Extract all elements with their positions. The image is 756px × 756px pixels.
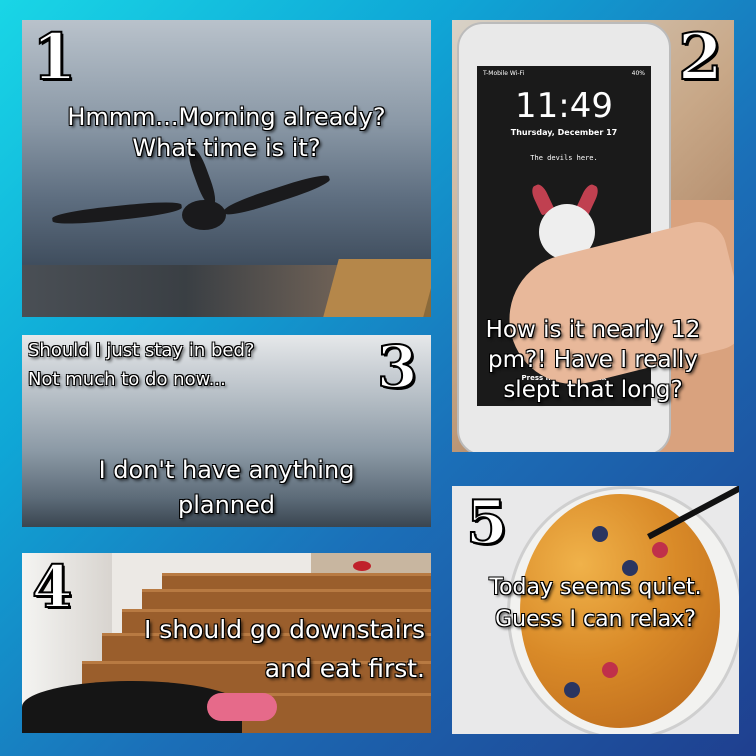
ceiling-fan-hub <box>182 200 226 230</box>
caption-line: and eat first. <box>264 653 425 683</box>
ceiling-fan-blade-right <box>222 171 332 219</box>
raspberry <box>602 662 618 678</box>
panel-1: 1 Hmmm...Morning already? What time is i… <box>22 20 431 317</box>
panel-2: T-Mobile Wi-Fi 40% 11:49 Thursday, Decem… <box>452 20 734 452</box>
panel-number: 1 <box>31 20 78 96</box>
lock-screen-time: 11:49 <box>515 86 613 126</box>
caption-line: Not much to do now... <box>28 368 226 390</box>
panel-number: 2 <box>677 20 724 96</box>
wooden-furniture <box>323 259 431 317</box>
caption-line: Should I just stay in bed? <box>28 340 255 361</box>
phone-status-bar: T-Mobile Wi-Fi 40% <box>483 70 645 77</box>
lock-screen-date: Thursday, December 17 <box>510 128 618 137</box>
panel-number: 3 <box>376 335 418 402</box>
caption-line: planned <box>177 490 276 519</box>
panel-caption: I should go downstairs and eat first. <box>144 611 425 689</box>
caption-line: Guess I can relax? <box>495 606 696 632</box>
caption-line: Hmmm...Morning already? <box>67 103 386 131</box>
carrier-label: T-Mobile Wi-Fi <box>483 70 525 77</box>
panel-number: 5 <box>465 487 509 559</box>
panel-caption: Today seems quiet. Guess I can relax? <box>452 572 739 636</box>
panel-4: 4 I should go downstairs and eat first. <box>22 553 431 733</box>
panel-caption: Hmmm...Morning already? What time is it? <box>22 102 431 164</box>
caption-line: I should go downstairs <box>143 615 425 644</box>
caption-line: pm?! Have I really <box>488 346 698 373</box>
blueberry <box>592 526 608 542</box>
pink-clog <box>207 693 277 721</box>
caption-line: How is it nearly 12 <box>485 317 701 343</box>
stair-step <box>142 589 431 610</box>
battery-label: 40% <box>631 70 645 77</box>
caption-line: I don't have anything <box>98 456 355 484</box>
blueberry <box>564 682 580 698</box>
lock-screen-note: The devils here. <box>530 154 598 162</box>
ceiling-fan-blade-left <box>51 199 183 227</box>
caption-line: slept that long? <box>503 376 683 403</box>
panel-number: 4 <box>31 553 73 622</box>
panel-caption: How is it nearly 12 pm?! Have I really s… <box>452 316 734 406</box>
raspberry <box>652 542 668 558</box>
poinsettia-decoration <box>353 561 371 571</box>
panel-3: Should I just stay in bed? Not much to d… <box>22 335 431 527</box>
caption-line: Today seems quiet. <box>489 575 702 600</box>
panel-5: 5 Today seems quiet. Guess I can relax? <box>452 486 739 734</box>
panel-caption-top: Should I just stay in bed? Not much to d… <box>28 337 254 395</box>
caption-line: What time is it? <box>132 134 321 163</box>
panel-caption-bottom: I don't have anything planned <box>22 453 431 523</box>
stair-step <box>162 573 431 590</box>
